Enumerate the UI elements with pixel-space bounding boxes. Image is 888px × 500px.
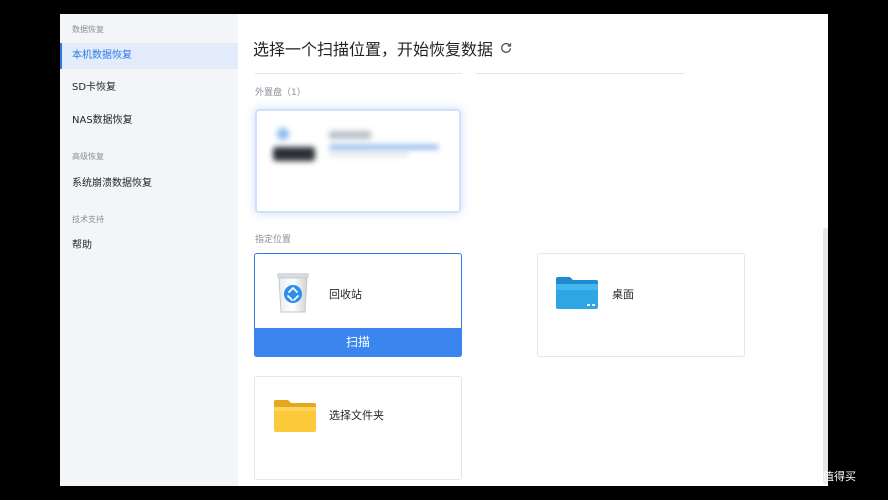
scan-button[interactable]: 扫描	[254, 328, 462, 357]
divider-right	[476, 73, 684, 74]
sidebar-item-sd-card-recovery[interactable]: SD卡恢复	[60, 75, 238, 101]
sidebar-section-tech-support: 技术支持	[72, 215, 104, 224]
page-title-text: 选择一个扫描位置，开始恢复数据	[253, 40, 494, 59]
app-window: 数据恢复 本机数据恢复 SD卡恢复 NAS数据恢复 高级恢复 系统崩溃数据恢复 …	[60, 14, 828, 486]
drive-size-placeholder	[329, 153, 409, 156]
folder-icon	[274, 400, 316, 432]
sidebar: 数据恢复 本机数据恢复 SD卡恢复 NAS数据恢复 高级恢复 系统崩溃数据恢复 …	[60, 14, 238, 486]
watermark: 值 什么值得买	[782, 468, 856, 484]
sidebar-item-nas-recovery[interactable]: NAS数据恢复	[60, 108, 238, 134]
external-drive-card[interactable]	[255, 109, 461, 213]
watermark-text: 什么值得买	[801, 470, 856, 483]
drive-name-placeholder	[329, 131, 371, 139]
desktop-label: 桌面	[612, 288, 634, 301]
sidebar-item-system-crash-recovery[interactable]: 系统崩溃数据恢复	[60, 171, 238, 197]
main-panel: 选择一个扫描位置，开始恢复数据 外置盘（1） 指定位置 回收站 扫描 桌面 选择…	[238, 14, 828, 486]
desktop-folder-icon	[556, 277, 598, 309]
drive-usage-bar	[329, 145, 439, 149]
location-card-desktop[interactable]: 桌面	[537, 253, 745, 357]
sidebar-section-data-recovery: 数据恢复	[72, 25, 104, 34]
watermark-logo-icon: 值	[782, 468, 798, 484]
sidebar-section-advanced-recovery: 高级恢复	[72, 152, 104, 161]
external-drives-label: 外置盘（1）	[255, 88, 306, 98]
specified-location-label: 指定位置	[255, 235, 292, 245]
page-title: 选择一个扫描位置，开始恢复数据	[253, 36, 513, 60]
recycle-bin-icon	[277, 273, 309, 313]
refresh-icon[interactable]	[499, 41, 513, 55]
location-card-choose-folder[interactable]: 选择文件夹	[254, 376, 462, 480]
sidebar-item-help[interactable]: 帮助	[60, 233, 238, 259]
sidebar-item-local-recovery[interactable]: 本机数据恢复	[60, 43, 238, 69]
choose-folder-label: 选择文件夹	[329, 409, 384, 422]
scrollbar[interactable]	[823, 228, 828, 484]
external-drive-icon	[273, 147, 315, 161]
external-drive-preview	[257, 111, 459, 211]
recycle-bin-label: 回收站	[329, 288, 362, 301]
divider-left	[255, 73, 462, 74]
location-card-recycle-bin[interactable]: 回收站 扫描	[254, 253, 462, 357]
drive-status-dot	[277, 128, 289, 140]
